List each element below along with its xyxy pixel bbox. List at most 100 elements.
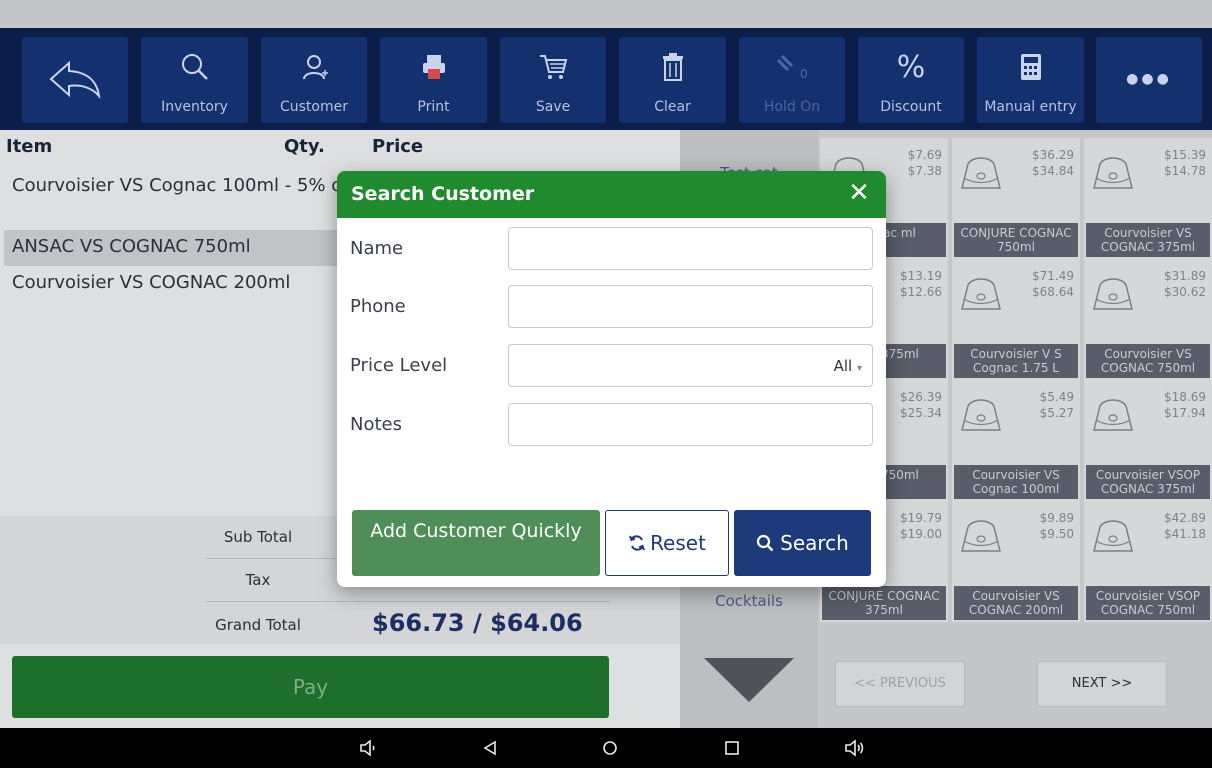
tax-label: Tax xyxy=(245,571,271,589)
product-tile[interactable]: $15.39 $14.78 Courvoisier VS COGNAC 375ml xyxy=(1084,138,1212,259)
product-tile[interactable]: $71.49 $68.64 Courvoisier V S Cognac 1.75 … xyxy=(952,259,1080,380)
product-price-alt: $34.84 xyxy=(1032,164,1074,178)
back-icon[interactable] xyxy=(478,736,502,760)
discount-button[interactable]: % Discount xyxy=(858,37,964,123)
name-label: Name xyxy=(350,238,404,259)
customer-button[interactable]: Customer xyxy=(261,37,367,123)
product-tile[interactable]: $9.89 $9.50 Courvoisier VS COGNAC 200ml xyxy=(952,501,1080,622)
product-price: $26.39 xyxy=(900,390,942,404)
product-price: $5.49 xyxy=(1039,390,1074,404)
search-icon xyxy=(141,47,248,87)
cart-icon xyxy=(500,47,606,87)
home-icon[interactable] xyxy=(598,736,622,760)
price-level-label: Price Level xyxy=(350,355,448,376)
product-name: Courvoisier VS COGNAC 375ml xyxy=(1086,223,1210,257)
product-name: Courvoisier V S Cognac 1.75 L xyxy=(954,344,1078,378)
price-level-select[interactable]: All ▾ xyxy=(508,344,873,387)
customer-icon xyxy=(261,47,367,87)
back-button[interactable] xyxy=(22,37,128,123)
inventory-label: Inventory xyxy=(161,99,228,115)
product-price: $7.69 xyxy=(907,148,942,162)
product-name: Courvoisier VS COGNAC 200ml xyxy=(954,586,1078,620)
hold-on-button[interactable]: 0 Hold On xyxy=(739,37,845,123)
close-icon[interactable]: ✕ xyxy=(844,178,874,208)
bottle-icon xyxy=(961,157,1001,189)
price-level-value: All ▾ xyxy=(834,357,862,375)
trash-icon xyxy=(619,47,726,87)
product-tile[interactable]: $36.29 $34.84 CONJURE COGNAC 750ml xyxy=(952,138,1080,259)
search-customer-dialog: Search Customer ✕ Name Phone Price Level… xyxy=(337,171,886,587)
manual-entry-button[interactable]: Manual entry xyxy=(977,37,1084,123)
recents-icon[interactable] xyxy=(720,736,744,760)
product-tile[interactable]: $42.89 $41.18 Courvoisier VSOP COGNAC 750m… xyxy=(1084,501,1212,622)
discount-label: Discount xyxy=(880,99,942,115)
notes-label: Notes xyxy=(350,414,402,435)
product-price: $19.79 xyxy=(900,511,942,525)
product-name: Courvoisier VSOP COGNAC 750ml xyxy=(1086,586,1210,620)
dialog-header: Search Customer ✕ xyxy=(337,171,886,218)
inventory-button[interactable]: Inventory xyxy=(141,37,248,123)
bottle-icon xyxy=(1093,399,1133,431)
save-button[interactable]: Save xyxy=(500,37,606,123)
clear-button[interactable]: Clear xyxy=(619,37,726,123)
hold-count: 0 xyxy=(800,67,808,81)
product-tile[interactable]: $31.89 $30.62 Courvoisier VS COGNAC 750ml xyxy=(1084,259,1212,380)
price-level-selected: All xyxy=(833,357,853,375)
bottle-icon xyxy=(961,520,1001,552)
search-button[interactable]: Search xyxy=(734,510,871,576)
product-name: Courvoisier VS COGNAC 750ml xyxy=(1086,344,1210,378)
clear-label: Clear xyxy=(654,99,691,115)
product-price: $15.39 xyxy=(1164,148,1206,162)
product-price: $9.89 xyxy=(1039,511,1074,525)
grand-total-value: $66.73 / $64.06 xyxy=(372,609,583,637)
more-icon: ●●● xyxy=(1126,71,1172,87)
bottle-icon xyxy=(961,278,1001,310)
phone-input[interactable] xyxy=(508,285,873,328)
product-price: $42.89 xyxy=(1164,511,1206,525)
save-label: Save xyxy=(535,99,571,115)
product-name: Courvoisier VSOP COGNAC 375ml xyxy=(1086,465,1210,499)
divider xyxy=(206,601,610,602)
status-bar xyxy=(0,0,1212,28)
product-price-alt: $41.18 xyxy=(1164,527,1206,541)
product-tile[interactable]: $5.49 $5.27 Courvoisier VS Cognac 100ml xyxy=(952,380,1080,501)
add-customer-quickly-button[interactable]: Add Customer Quickly xyxy=(352,510,600,576)
phone-label: Phone xyxy=(350,296,406,317)
scroll-down-arrow-icon[interactable] xyxy=(704,658,794,702)
product-price-alt: $17.94 xyxy=(1164,406,1206,420)
product-price-alt: $5.27 xyxy=(1039,406,1074,420)
product-price-alt: $9.50 xyxy=(1039,527,1074,541)
product-price-alt: $68.64 xyxy=(1032,285,1074,299)
print-label: Print xyxy=(417,99,450,115)
product-price: $71.49 xyxy=(1032,269,1074,283)
volume-up-icon[interactable] xyxy=(842,736,866,760)
volume-down-icon[interactable] xyxy=(356,736,380,760)
sub-total-label: Sub Total xyxy=(223,528,293,546)
product-price: $13.19 xyxy=(900,269,942,283)
pay-button[interactable]: Pay xyxy=(12,656,609,718)
reset-label: Reset xyxy=(650,531,706,555)
item-column-header: Item xyxy=(6,136,53,157)
category-cocktails[interactable]: Cocktails xyxy=(680,592,818,610)
grand-total-label: Grand Total xyxy=(215,616,301,634)
name-input[interactable] xyxy=(508,227,873,270)
product-price-alt: $14.78 xyxy=(1164,164,1206,178)
refresh-icon xyxy=(629,535,645,551)
customer-label: Customer xyxy=(279,99,348,115)
bottle-icon xyxy=(1093,278,1133,310)
product-price-alt: $12.66 xyxy=(900,285,942,299)
notes-input[interactable] xyxy=(508,403,873,446)
previous-page-button[interactable]: << PREVIOUS xyxy=(835,661,965,707)
product-price-alt: $25.34 xyxy=(900,406,942,420)
reset-button[interactable]: Reset xyxy=(605,510,729,576)
next-page-button[interactable]: NEXT >> xyxy=(1037,661,1167,707)
product-tile[interactable]: $18.69 $17.94 Courvoisier VSOP COGNAC 375m… xyxy=(1084,380,1212,501)
percent-icon: % xyxy=(896,49,926,85)
product-price: $36.29 xyxy=(1032,148,1074,162)
product-price-alt: $19.00 xyxy=(900,527,942,541)
bottle-icon xyxy=(1093,520,1133,552)
print-button[interactable]: Print xyxy=(380,37,487,123)
dialog-title: Search Customer xyxy=(351,183,535,205)
more-button[interactable]: ●●● xyxy=(1096,37,1202,123)
product-name: Courvoisier VS Cognac 100ml xyxy=(954,465,1078,499)
